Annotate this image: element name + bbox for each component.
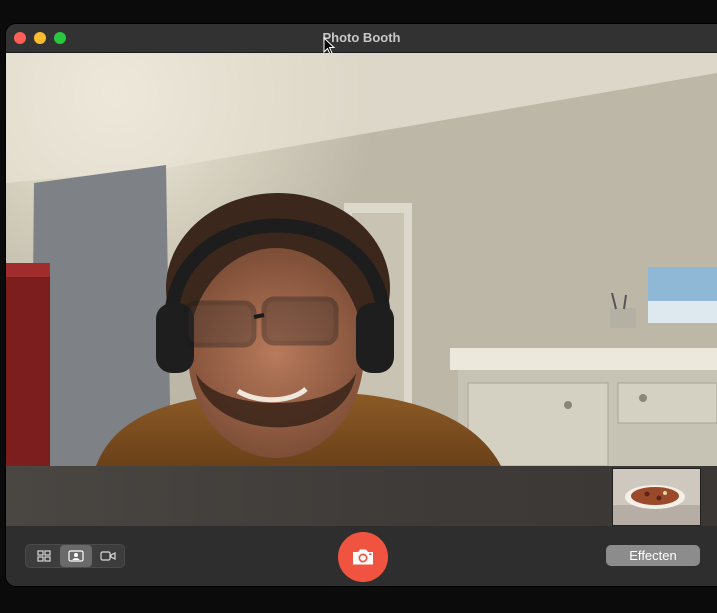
- portrait-icon: [68, 550, 84, 562]
- title-bar[interactable]: Photo Booth: [6, 24, 717, 55]
- video-mode-button[interactable]: [92, 545, 124, 567]
- video-camera-icon: [100, 551, 116, 561]
- photo-strip: [6, 466, 717, 526]
- camera-icon: [353, 549, 373, 565]
- photo-booth-window: Photo Booth Effecten: [6, 24, 717, 586]
- effects-button[interactable]: Effecten: [606, 545, 700, 566]
- photo-thumbnail[interactable]: [612, 468, 701, 526]
- take-photo-button[interactable]: [338, 532, 388, 582]
- camera-preview: [6, 53, 717, 466]
- grid-icon: [37, 550, 51, 562]
- single-photo-mode-button[interactable]: [60, 545, 92, 567]
- window-title: Photo Booth: [322, 30, 401, 45]
- layout-mode-selector: [25, 544, 125, 568]
- grid-mode-button[interactable]: [28, 545, 60, 567]
- bottom-toolbar: Effecten: [6, 526, 717, 586]
